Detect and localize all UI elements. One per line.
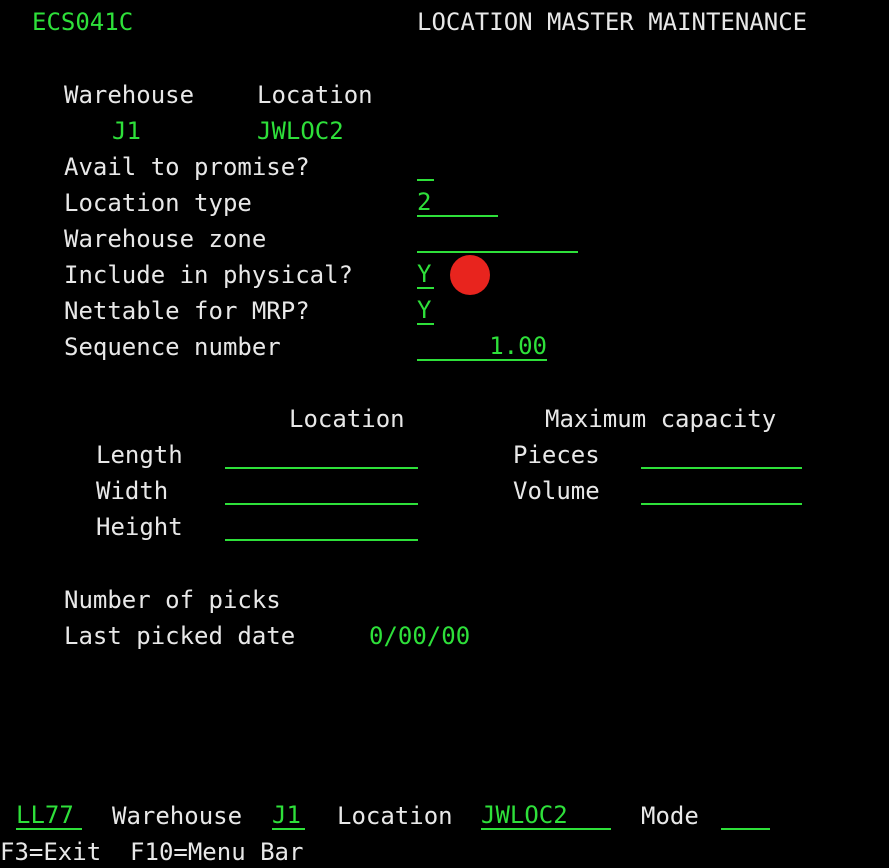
- mode-field[interactable]: [721, 802, 770, 830]
- volume-field[interactable]: [641, 477, 802, 505]
- volume-label: Volume: [513, 477, 600, 505]
- nettable-for-mrp-label: Nettable for MRP?: [64, 297, 310, 325]
- location-type-field[interactable]: 2: [417, 189, 498, 217]
- maximum-capacity-header: Maximum capacity: [545, 405, 777, 433]
- width-label: Width: [96, 477, 169, 505]
- screen-title: LOCATION MASTER MAINTENANCE: [417, 8, 808, 36]
- sequence-number-field[interactable]: 1.00: [417, 333, 547, 361]
- nettable-for-mrp-field[interactable]: Y: [417, 297, 434, 325]
- warehouse-label: Warehouse: [64, 81, 195, 109]
- sequence-number-label: Sequence number: [64, 333, 281, 361]
- function-keys-line[interactable]: F3=Exit F10=Menu Bar: [0, 838, 303, 866]
- location-dimensions-header: Location: [289, 405, 405, 433]
- avail-to-promise-field[interactable]: [417, 153, 434, 181]
- warehouse-zone-label: Warehouse zone: [64, 225, 267, 253]
- number-of-picks-label: Number of picks: [64, 586, 281, 614]
- program-id: ECS041C: [32, 8, 134, 36]
- mode-label: Mode: [641, 802, 699, 830]
- pieces-field[interactable]: [641, 441, 802, 469]
- warehouse-value: J1: [112, 117, 141, 145]
- footer-location-label: Location: [337, 802, 453, 830]
- cursor-indicator-icon: [450, 255, 490, 295]
- location-value: JWLOC2: [257, 117, 344, 145]
- last-picked-date-label: Last picked date: [64, 622, 296, 650]
- include-in-physical-field[interactable]: Y: [417, 261, 434, 289]
- footer-warehouse-label: Warehouse: [112, 802, 243, 830]
- screen-code-field[interactable]: LL77: [16, 802, 82, 830]
- pieces-label: Pieces: [513, 441, 600, 469]
- height-label: Height: [96, 513, 183, 541]
- warehouse-zone-field[interactable]: [417, 225, 578, 253]
- location-type-label: Location type: [64, 189, 252, 217]
- width-field[interactable]: [225, 477, 418, 505]
- footer-location-field[interactable]: JWLOC2: [481, 802, 611, 830]
- length-field[interactable]: [225, 441, 418, 469]
- length-label: Length: [96, 441, 183, 469]
- footer-warehouse-field[interactable]: J1: [272, 802, 305, 830]
- height-field[interactable]: [225, 513, 418, 541]
- location-label: Location: [257, 81, 373, 109]
- terminal-screen: ECS041C LOCATION MASTER MAINTENANCE Ware…: [0, 0, 889, 868]
- avail-to-promise-label: Avail to promise?: [64, 153, 310, 181]
- include-in-physical-label: Include in physical?: [64, 261, 353, 289]
- last-picked-date-value: 0/00/00: [369, 622, 471, 650]
